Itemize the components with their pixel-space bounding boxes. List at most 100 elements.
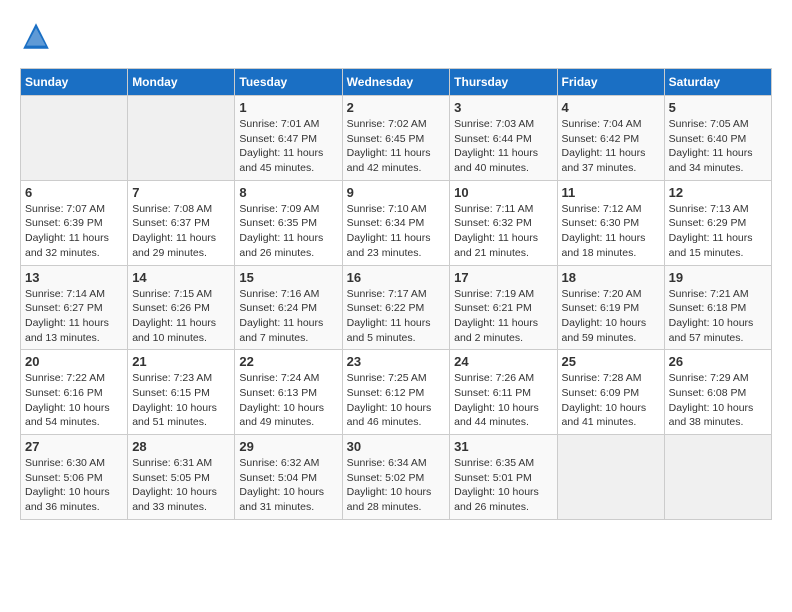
day-info: Sunrise: 7:15 AMSunset: 6:26 PMDaylight:… <box>132 287 230 346</box>
day-info: Sunrise: 7:05 AMSunset: 6:40 PMDaylight:… <box>669 117 767 176</box>
day-number: 31 <box>454 439 552 454</box>
day-info: Sunrise: 7:02 AMSunset: 6:45 PMDaylight:… <box>347 117 446 176</box>
calendar-cell: 4 Sunrise: 7:04 AMSunset: 6:42 PMDaylight… <box>557 96 664 181</box>
calendar-cell: 28 Sunrise: 6:31 AMSunset: 5:05 PMDayligh… <box>128 435 235 520</box>
day-number: 12 <box>669 185 767 200</box>
calendar-cell: 24Sunrise: 7:26 AMSunset: 6:11 PMDayligh… <box>450 350 557 435</box>
day-number: 16 <box>347 270 446 285</box>
day-info: Sunrise: 7:16 AMSunset: 6:24 PMDaylight:… <box>239 287 337 346</box>
day-info: Sunrise: 7:29 AMSunset: 6:08 PMDaylight:… <box>669 371 767 430</box>
day-info: Sunrise: 7:07 AMSunset: 6:39 PMDaylight:… <box>25 202 123 261</box>
day-number: 29 <box>239 439 337 454</box>
calendar-cell: 25 Sunrise: 7:28 AMSunset: 6:09 PMDayligh… <box>557 350 664 435</box>
logo-icon <box>20 20 52 52</box>
day-number: 7 <box>132 185 230 200</box>
day-info: Sunrise: 7:09 AMSunset: 6:35 PMDaylight:… <box>239 202 337 261</box>
day-info: Sunrise: 7:24 AMSunset: 6:13 PMDaylight:… <box>239 371 337 430</box>
calendar-cell: 5 Sunrise: 7:05 AMSunset: 6:40 PMDaylight… <box>664 96 771 181</box>
calendar-cell: 13 Sunrise: 7:14 AMSunset: 6:27 PMDayligh… <box>21 265 128 350</box>
calendar-cell: 12 Sunrise: 7:13 AMSunset: 6:29 PMDayligh… <box>664 180 771 265</box>
col-monday: Monday <box>128 69 235 96</box>
calendar-cell: 6 Sunrise: 7:07 AMSunset: 6:39 PMDaylight… <box>21 180 128 265</box>
day-info: Sunrise: 7:04 AMSunset: 6:42 PMDaylight:… <box>562 117 660 176</box>
day-info: Sunrise: 7:11 AMSunset: 6:32 PMDaylight:… <box>454 202 552 261</box>
calendar-week-2: 6 Sunrise: 7:07 AMSunset: 6:39 PMDaylight… <box>21 180 772 265</box>
calendar-cell: 20 Sunrise: 7:22 AMSunset: 6:16 PMDayligh… <box>21 350 128 435</box>
day-number: 23 <box>347 354 446 369</box>
calendar-cell: 16 Sunrise: 7:17 AMSunset: 6:22 PMDayligh… <box>342 265 450 350</box>
calendar-cell: 8 Sunrise: 7:09 AMSunset: 6:35 PMDaylight… <box>235 180 342 265</box>
day-info: Sunrise: 7:23 AMSunset: 6:15 PMDaylight:… <box>132 371 230 430</box>
calendar-cell: 26 Sunrise: 7:29 AMSunset: 6:08 PMDayligh… <box>664 350 771 435</box>
day-number: 22 <box>239 354 337 369</box>
calendar-cell: 2 Sunrise: 7:02 AMSunset: 6:45 PMDaylight… <box>342 96 450 181</box>
day-info: Sunrise: 7:21 AMSunset: 6:18 PMDaylight:… <box>669 287 767 346</box>
day-info: Sunrise: 7:28 AMSunset: 6:09 PMDaylight:… <box>562 371 660 430</box>
calendar-week-4: 20 Sunrise: 7:22 AMSunset: 6:16 PMDayligh… <box>21 350 772 435</box>
col-wednesday: Wednesday <box>342 69 450 96</box>
day-number: 30 <box>347 439 446 454</box>
day-info: Sunrise: 7:08 AMSunset: 6:37 PMDaylight:… <box>132 202 230 261</box>
day-number: 3 <box>454 100 552 115</box>
calendar-week-3: 13 Sunrise: 7:14 AMSunset: 6:27 PMDayligh… <box>21 265 772 350</box>
day-number: 25 <box>562 354 660 369</box>
calendar-cell: 18 Sunrise: 7:20 AMSunset: 6:19 PMDayligh… <box>557 265 664 350</box>
col-friday: Friday <box>557 69 664 96</box>
day-number: 11 <box>562 185 660 200</box>
day-number: 15 <box>239 270 337 285</box>
calendar-cell: 23Sunrise: 7:25 AMSunset: 6:12 PMDayligh… <box>342 350 450 435</box>
day-number: 2 <box>347 100 446 115</box>
day-info: Sunrise: 7:22 AMSunset: 6:16 PMDaylight:… <box>25 371 123 430</box>
calendar-cell: 22 Sunrise: 7:24 AMSunset: 6:13 PMDayligh… <box>235 350 342 435</box>
calendar-cell <box>128 96 235 181</box>
day-info: Sunrise: 7:14 AMSunset: 6:27 PMDaylight:… <box>25 287 123 346</box>
day-info: Sunrise: 6:31 AMSunset: 5:05 PMDaylight:… <box>132 456 230 515</box>
calendar-cell: 7 Sunrise: 7:08 AMSunset: 6:37 PMDaylight… <box>128 180 235 265</box>
day-info: Sunrise: 7:01 AMSunset: 6:47 PMDaylight:… <box>239 117 337 176</box>
calendar-cell <box>664 435 771 520</box>
day-number: 18 <box>562 270 660 285</box>
logo <box>20 20 56 52</box>
page-header <box>20 20 772 52</box>
calendar-body: 1 Sunrise: 7:01 AMSunset: 6:47 PMDaylight… <box>21 96 772 520</box>
calendar-cell <box>21 96 128 181</box>
calendar-cell: 10 Sunrise: 7:11 AMSunset: 6:32 PMDayligh… <box>450 180 557 265</box>
calendar-week-5: 27 Sunrise: 6:30 AMSunset: 5:06 PMDayligh… <box>21 435 772 520</box>
calendar-cell: 29 Sunrise: 6:32 AMSunset: 5:04 PMDayligh… <box>235 435 342 520</box>
day-number: 27 <box>25 439 123 454</box>
calendar-cell: 19Sunrise: 7:21 AMSunset: 6:18 PMDayligh… <box>664 265 771 350</box>
calendar-cell: 17Sunrise: 7:19 AMSunset: 6:21 PMDayligh… <box>450 265 557 350</box>
day-info: Sunrise: 6:30 AMSunset: 5:06 PMDaylight:… <box>25 456 123 515</box>
day-number: 26 <box>669 354 767 369</box>
calendar-cell: 15 Sunrise: 7:16 AMSunset: 6:24 PMDayligh… <box>235 265 342 350</box>
calendar-cell <box>557 435 664 520</box>
day-number: 5 <box>669 100 767 115</box>
calendar-cell: 11 Sunrise: 7:12 AMSunset: 6:30 PMDayligh… <box>557 180 664 265</box>
day-info: Sunrise: 7:13 AMSunset: 6:29 PMDaylight:… <box>669 202 767 261</box>
calendar-cell: 30 Sunrise: 6:34 AMSunset: 5:02 PMDayligh… <box>342 435 450 520</box>
day-info: Sunrise: 6:34 AMSunset: 5:02 PMDaylight:… <box>347 456 446 515</box>
day-info: Sunrise: 6:32 AMSunset: 5:04 PMDaylight:… <box>239 456 337 515</box>
day-number: 28 <box>132 439 230 454</box>
day-info: Sunrise: 7:12 AMSunset: 6:30 PMDaylight:… <box>562 202 660 261</box>
day-number: 17 <box>454 270 552 285</box>
calendar-cell: 14Sunrise: 7:15 AMSunset: 6:26 PMDayligh… <box>128 265 235 350</box>
calendar-cell: 31Sunrise: 6:35 AMSunset: 5:01 PMDayligh… <box>450 435 557 520</box>
day-number: 10 <box>454 185 552 200</box>
col-thursday: Thursday <box>450 69 557 96</box>
day-number: 9 <box>347 185 446 200</box>
day-number: 1 <box>239 100 337 115</box>
day-number: 4 <box>562 100 660 115</box>
day-number: 13 <box>25 270 123 285</box>
day-info: Sunrise: 7:17 AMSunset: 6:22 PMDaylight:… <box>347 287 446 346</box>
calendar-table: Sunday Monday Tuesday Wednesday Thursday… <box>20 68 772 520</box>
day-number: 24 <box>454 354 552 369</box>
calendar-week-1: 1 Sunrise: 7:01 AMSunset: 6:47 PMDaylight… <box>21 96 772 181</box>
day-number: 8 <box>239 185 337 200</box>
day-number: 6 <box>25 185 123 200</box>
col-tuesday: Tuesday <box>235 69 342 96</box>
day-info: Sunrise: 7:20 AMSunset: 6:19 PMDaylight:… <box>562 287 660 346</box>
day-number: 20 <box>25 354 123 369</box>
calendar-header: Sunday Monday Tuesday Wednesday Thursday… <box>21 69 772 96</box>
col-saturday: Saturday <box>664 69 771 96</box>
